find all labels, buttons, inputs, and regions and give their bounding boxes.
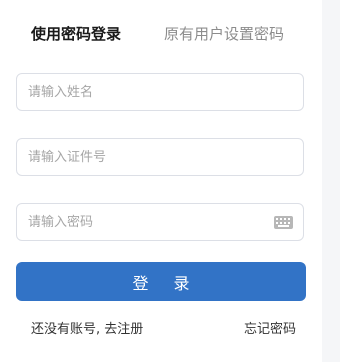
id-number-input[interactable] [17, 139, 278, 175]
page-background-strip [322, 0, 340, 362]
tab-password-login[interactable]: 使用密码登录 [31, 20, 121, 48]
password-input[interactable] [17, 204, 278, 240]
password-field [16, 203, 304, 241]
name-input[interactable] [17, 74, 278, 110]
name-field [16, 73, 304, 111]
login-button[interactable]: 登 录 [16, 262, 306, 301]
login-tabs: 使用密码登录 原有用户设置密码 [0, 20, 322, 48]
forgot-password-link[interactable]: 忘记密码 [244, 318, 296, 337]
login-panel: 使用密码登录 原有用户设置密码 登 录 还没有账号, 去注册 忘记密码 [0, 0, 322, 362]
tab-set-password[interactable]: 原有用户设置密码 [164, 20, 284, 48]
id-number-field [16, 138, 304, 176]
keyboard-icon[interactable] [274, 216, 293, 229]
register-link[interactable]: 还没有账号, 去注册 [31, 318, 143, 337]
